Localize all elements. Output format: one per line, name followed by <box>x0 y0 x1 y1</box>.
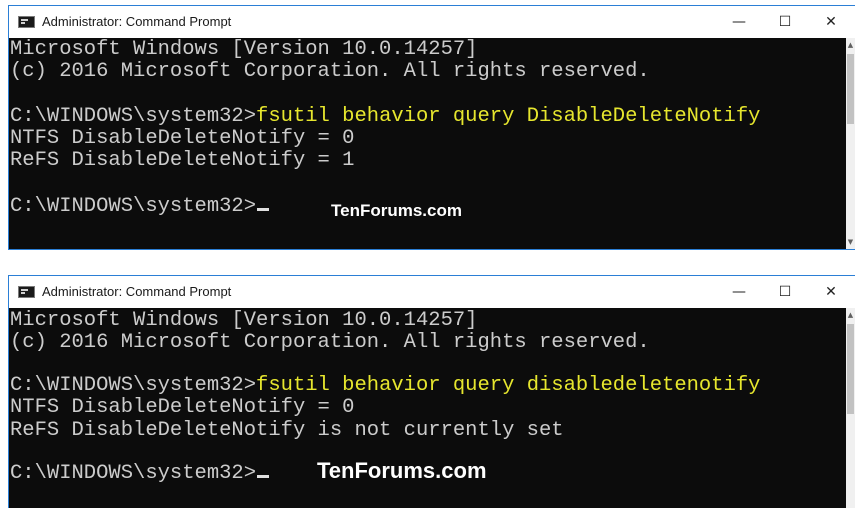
vertical-scrollbar[interactable]: ▲ ▼ <box>846 38 855 249</box>
scroll-thumb[interactable] <box>847 324 854 414</box>
scroll-up-arrow-icon[interactable]: ▲ <box>846 38 855 52</box>
console-line-refs: ReFS DisableDeleteNotify is not currentl… <box>10 419 564 442</box>
minimize-button[interactable]: — <box>716 6 762 38</box>
watermark: TenForums.com <box>331 201 462 220</box>
window-title: Administrator: Command Prompt <box>42 14 232 29</box>
minimize-button[interactable]: — <box>716 276 762 308</box>
close-button[interactable]: ✕ <box>808 276 854 308</box>
title-bar[interactable]: Administrator: Command Prompt — ☐ ✕ <box>9 6 855 38</box>
command-prompt-icon[interactable] <box>18 16 35 28</box>
title-bar[interactable]: Administrator: Command Prompt — ☐ ✕ <box>9 276 855 308</box>
console-line-prompt[interactable]: C:\WINDOWS\system32> <box>10 195 270 218</box>
console-line-prompt[interactable]: C:\WINDOWS\system32> <box>10 462 270 485</box>
watermark: TenForums.com <box>317 458 487 483</box>
scroll-up-arrow-icon[interactable]: ▲ <box>846 308 855 322</box>
console-line-ntfs: NTFS DisableDeleteNotify = 0 <box>10 127 355 150</box>
command-prompt-path: C:\WINDOWS\system32> <box>10 374 257 397</box>
scroll-thumb[interactable] <box>847 54 854 124</box>
console-line-copyright: (c) 2016 Microsoft Corporation. All righ… <box>10 331 650 354</box>
maximize-button[interactable]: ☐ <box>762 276 808 308</box>
command-prompt-path: C:\WINDOWS\system32> <box>10 105 257 128</box>
command-prompt-window-1[interactable]: Administrator: Command Prompt — ☐ ✕ Micr… <box>8 5 855 250</box>
text-cursor <box>257 475 270 478</box>
close-button[interactable]: ✕ <box>808 6 854 38</box>
window-title: Administrator: Command Prompt <box>42 284 232 299</box>
console-line-version: Microsoft Windows [Version 10.0.14257] <box>10 38 478 61</box>
console-line-copyright: (c) 2016 Microsoft Corporation. All righ… <box>10 60 650 83</box>
console-output[interactable]: Microsoft Windows [Version 10.0.14257] (… <box>9 308 855 508</box>
text-cursor <box>257 208 270 211</box>
command-prompt-window-2[interactable]: Administrator: Command Prompt — ☐ ✕ Micr… <box>8 275 855 508</box>
command-text: fsutil behavior query disabledeletenotif… <box>256 374 761 397</box>
vertical-scrollbar[interactable]: ▲ <box>846 308 855 508</box>
console-line-refs: ReFS DisableDeleteNotify = 1 <box>10 149 355 172</box>
console-line-ntfs: NTFS DisableDeleteNotify = 0 <box>10 396 355 419</box>
command-prompt-icon[interactable] <box>18 286 35 298</box>
command-prompt-path: C:\WINDOWS\system32> <box>10 195 257 218</box>
scroll-down-arrow-icon[interactable]: ▼ <box>846 235 855 249</box>
console-line-version: Microsoft Windows [Version 10.0.14257] <box>10 309 478 332</box>
command-text: fsutil behavior query DisableDeleteNotif… <box>256 105 761 128</box>
console-line-command: C:\WINDOWS\system32>fsutil behavior quer… <box>10 375 760 397</box>
maximize-button[interactable]: ☐ <box>762 6 808 38</box>
command-prompt-path: C:\WINDOWS\system32> <box>10 462 257 485</box>
console-output[interactable]: Microsoft Windows [Version 10.0.14257] (… <box>9 38 855 249</box>
console-line-command: C:\WINDOWS\system32>fsutil behavior quer… <box>10 106 760 128</box>
